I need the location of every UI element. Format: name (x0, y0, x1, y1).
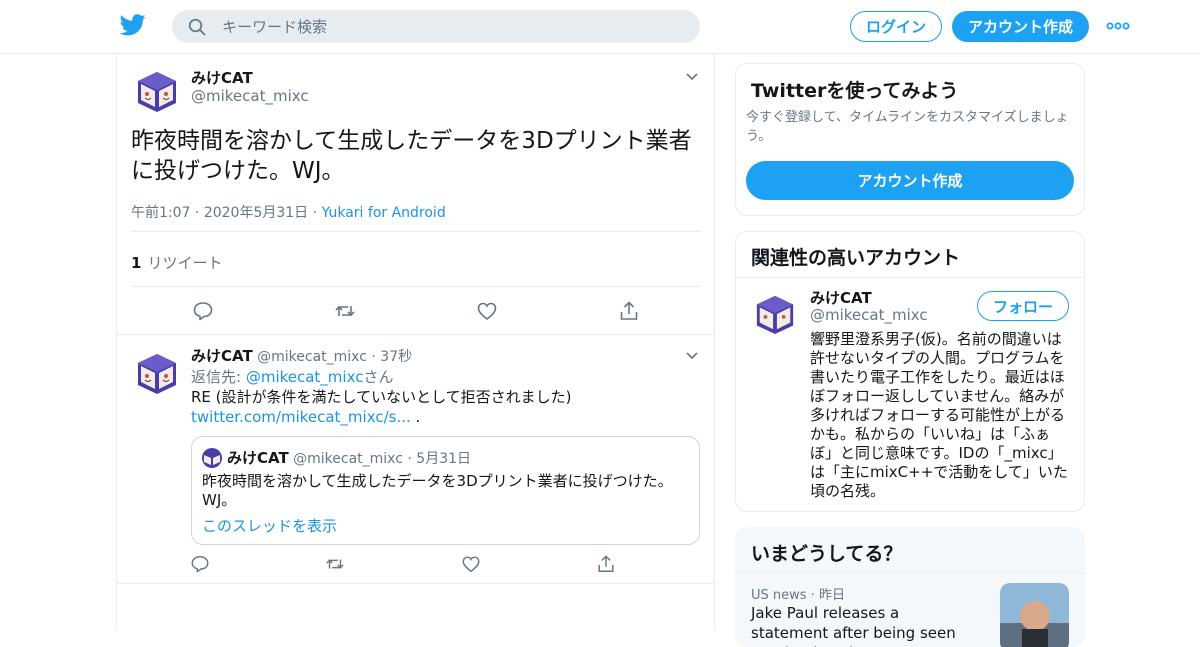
tweet-timestamp: 午前1:07 · 2020年5月31日 · Yukari for Android (131, 202, 446, 222)
trend-time: 昨日 (818, 588, 845, 603)
divider (117, 583, 714, 584)
meta-separator: · (371, 349, 381, 365)
signup-card-button[interactable]: アカウント作成 (746, 161, 1074, 200)
trend-item-title[interactable]: Jake Paul releases a statement after bei… (751, 603, 971, 647)
trend-thumbnail-image[interactable] (1000, 583, 1069, 647)
signup-button[interactable]: アカウント作成 (952, 11, 1089, 42)
divider (736, 277, 1084, 278)
signup-card: Twitterを使ってみよう 今すぐ登録して、タイムラインをカスタマイズしましょ… (735, 63, 1085, 216)
avatar[interactable] (754, 293, 796, 335)
chevron-down-icon[interactable] (685, 72, 699, 82)
twitter-bird-logo-icon[interactable] (120, 14, 146, 36)
display-name[interactable]: みけCAT (191, 67, 253, 88)
retweet-icon[interactable] (325, 554, 345, 574)
tweet-text: 昨夜時間を溶かして生成したデータを3Dプリント業者に投げつけた。WJ。 (131, 128, 692, 184)
show-thread-link[interactable]: このスレッドを表示 (202, 515, 337, 536)
like-heart-icon[interactable] (461, 554, 481, 574)
share-icon[interactable] (596, 554, 616, 574)
avatar[interactable] (135, 351, 179, 395)
cat-cube-avatar-icon (202, 448, 222, 468)
divider (735, 572, 1085, 573)
tweet-date: 5月31日 (416, 451, 472, 467)
avatar (202, 448, 222, 468)
tweet-link[interactable]: twitter.com/mikecat_mixc/s... (191, 408, 411, 426)
user-handle[interactable]: @mikecat_mixc (191, 87, 309, 105)
meta-separator: · (312, 205, 322, 221)
reply-icon[interactable] (190, 554, 210, 574)
more-options-icon[interactable] (1106, 19, 1130, 33)
account-bio: 響野里澄系男子(仮)。名前の間違いは許せないタイプの人間。プログラムを書いたり電… (810, 330, 1068, 500)
retweet-icon[interactable] (334, 300, 356, 322)
search-input[interactable] (222, 10, 682, 43)
user-handle: @mikecat_mixc (293, 451, 403, 467)
like-heart-icon[interactable] (476, 300, 498, 322)
reply-text-block: RE (設計が条件を満たしていないとして拒否されました) twitter.com… (191, 387, 691, 427)
chevron-down-icon[interactable] (685, 351, 699, 361)
related-accounts-card: 関連性の高いアカウント みけCAT @mikecat_mixc フォロー 響野里… (735, 231, 1085, 512)
retweet-label: リツイート (147, 254, 223, 272)
cat-cube-avatar-icon (135, 69, 179, 113)
tweet-source-link[interactable]: Yukari for Android (322, 205, 446, 221)
reply-text: RE (設計が条件を満たしていないとして拒否されました) (191, 388, 572, 406)
share-icon[interactable] (618, 300, 640, 322)
timeline-column: みけCAT @mikecat_mixc 昨夜時間を溶かして生成したデータを3Dプ… (116, 54, 715, 630)
trend-category: US news (751, 588, 807, 603)
tweet-age[interactable]: 37秒 (380, 349, 412, 365)
reply-to-prefix: 返信先: (191, 368, 246, 386)
display-name[interactable]: みけCAT (191, 347, 253, 365)
search-box[interactable] (172, 10, 700, 43)
reply-icon[interactable] (192, 300, 214, 322)
divider (131, 286, 701, 287)
follow-button[interactable]: フォロー (977, 291, 1069, 321)
user-handle[interactable]: @mikecat_mixc (810, 306, 928, 324)
display-name: みけCAT (227, 449, 289, 467)
reply-to-handle-link[interactable]: @mikecat_mixc (246, 368, 364, 386)
divider (131, 231, 701, 232)
signup-card-title: Twitterを使ってみよう (751, 80, 959, 102)
quoted-tweet-text: 昨夜時間を溶かして生成したデータを3Dプリント業者に投げつけた。WJ。 (202, 472, 673, 509)
divider (117, 334, 714, 335)
related-accounts-title: 関連性の高いアカウント (751, 247, 961, 269)
avatar[interactable] (135, 69, 179, 113)
cat-cube-avatar-icon (135, 351, 179, 395)
login-button[interactable]: ログイン (850, 11, 942, 42)
signup-card-description: 今すぐ登録して、タイムラインをカスタマイズしましょう。 (746, 110, 1069, 144)
user-handle[interactable]: @mikecat_mixc (257, 349, 367, 365)
retweet-stats[interactable]: 1 リツイート (131, 252, 222, 273)
reply-to-suffix: さん (363, 368, 394, 386)
reply-to-line: 返信先: @mikecat_mixcさん (191, 366, 393, 387)
cat-cube-avatar-icon (754, 293, 796, 335)
retweet-count: 1 (131, 254, 142, 272)
quoted-tweet-card[interactable]: みけCAT @mikecat_mixc · 5月31日 昨夜時間を溶かして生成し… (191, 436, 700, 545)
top-bar: ログイン アカウント作成 (0, 0, 1200, 54)
trends-card: いまどうしてる？ US news · 昨日 Jake Paul releases… (735, 527, 1085, 647)
trend-meta: US news · 昨日 (751, 588, 845, 603)
trends-title: いまどうしてる？ (751, 543, 903, 565)
tweet-date[interactable]: 2020年5月31日 (204, 205, 308, 221)
reply-header: みけCAT @mikecat_mixc · 37秒 (191, 345, 412, 366)
link-suffix: . (410, 408, 421, 426)
meta-separator: · (194, 205, 204, 221)
tweet-time[interactable]: 午前1:07 (131, 205, 190, 221)
quoted-tweet-header: みけCAT @mikecat_mixc · 5月31日 (227, 447, 471, 468)
search-icon (188, 18, 206, 36)
meta-separator: · (407, 451, 417, 467)
display-name[interactable]: みけCAT (810, 287, 872, 308)
